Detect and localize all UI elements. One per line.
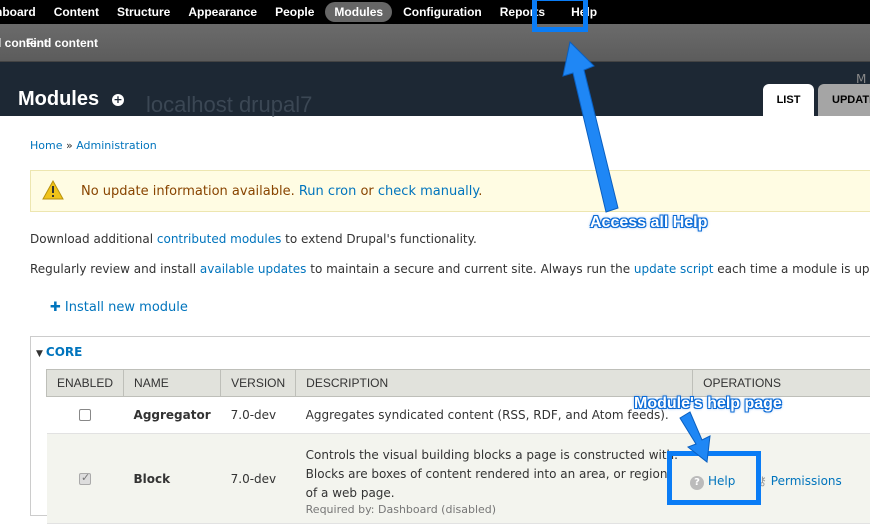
description-cell: Controls the visual building blocks a pa… bbox=[296, 434, 693, 524]
shortcut-find-content[interactable]: Find content bbox=[26, 36, 98, 50]
header-version: VERSION bbox=[221, 370, 296, 397]
enable-checkbox-block[interactable] bbox=[79, 473, 91, 485]
toolbar-item-content[interactable]: Content bbox=[45, 2, 108, 22]
run-cron-link[interactable]: Run cron bbox=[299, 184, 356, 199]
module-help-highlight-box bbox=[667, 451, 761, 505]
name-cell: Aggregator bbox=[124, 397, 221, 434]
breadcrumb-administration[interactable]: Administration bbox=[76, 139, 157, 152]
admin-toolbar: Dashboard Content Structure Appearance P… bbox=[0, 0, 870, 24]
header-operations: OPERATIONS bbox=[693, 370, 870, 397]
intro-paragraph-1: Download additional contributed modules … bbox=[30, 232, 477, 246]
toolbar-item-dashboard[interactable]: Dashboard bbox=[0, 2, 45, 22]
intro-1-pre: Download additional bbox=[30, 232, 157, 246]
warning-text-end: . bbox=[478, 184, 482, 199]
enable-checkbox-aggregator[interactable] bbox=[79, 409, 91, 421]
core-legend-label: CORE bbox=[46, 345, 82, 359]
breadcrumb: Home » Administration bbox=[30, 139, 157, 152]
breadcrumb-separator: » bbox=[62, 139, 76, 152]
table-header-row: ENABLED NAME VERSION DESCRIPTION OPERATI… bbox=[47, 370, 870, 397]
module-name: Aggregator bbox=[134, 408, 211, 422]
header-enabled: ENABLED bbox=[47, 370, 124, 397]
module-permissions-link[interactable]: ⚷Permissions bbox=[758, 474, 842, 488]
core-fieldset-legend[interactable]: ▼CORE bbox=[36, 345, 82, 359]
site-name: localhost drupal7 bbox=[146, 92, 312, 118]
module-requirements: Required by: Dashboard (disabled) bbox=[306, 503, 683, 516]
version-cell: 7.0-dev bbox=[221, 397, 296, 434]
shortcuts-bar: Add content Find content bbox=[0, 24, 870, 62]
intro-2-pre: Regularly review and install bbox=[30, 262, 200, 276]
contributed-modules-link[interactable]: contributed modules bbox=[157, 232, 281, 246]
module-help-page-callout: Module's help page bbox=[634, 395, 782, 413]
version-cell: 7.0-dev bbox=[221, 434, 296, 524]
name-cell: Block bbox=[124, 434, 221, 524]
module-permissions-label: Permissions bbox=[771, 474, 842, 488]
toolbar-item-people[interactable]: People bbox=[266, 2, 323, 22]
toolbar-menu: Dashboard Content Structure Appearance P… bbox=[0, 0, 606, 24]
enabled-cell bbox=[47, 397, 124, 434]
toolbar-item-structure[interactable]: Structure bbox=[108, 2, 179, 22]
update-script-link[interactable]: update script bbox=[634, 262, 714, 276]
add-shortcut-icon[interactable]: + bbox=[112, 94, 124, 106]
help-highlight-box bbox=[532, 0, 588, 32]
intro-paragraph-2: Regularly review and install available u… bbox=[30, 262, 870, 276]
check-manually-link[interactable]: check manually bbox=[378, 184, 478, 199]
intro-1-post: to extend Drupal's functionality. bbox=[281, 232, 476, 246]
warning-text-or: or bbox=[356, 184, 378, 199]
plus-icon: ✚ bbox=[50, 300, 61, 315]
enabled-cell bbox=[47, 434, 124, 524]
breadcrumb-home[interactable]: Home bbox=[30, 139, 62, 152]
page-title: Modules bbox=[18, 88, 99, 111]
toolbar-item-modules[interactable]: Modules bbox=[325, 2, 392, 22]
install-new-module-label: Install new module bbox=[65, 300, 188, 315]
toolbar-item-appearance[interactable]: Appearance bbox=[179, 2, 266, 22]
warning-icon bbox=[42, 180, 64, 200]
toolbar-item-configuration[interactable]: Configuration bbox=[394, 2, 491, 22]
warning-text-main: No update information available. bbox=[81, 184, 299, 199]
header-name: NAME bbox=[124, 370, 221, 397]
install-new-module-link[interactable]: ✚ Install new module bbox=[50, 300, 188, 315]
tab-list[interactable]: LIST bbox=[763, 84, 814, 116]
available-updates-link[interactable]: available updates bbox=[200, 262, 307, 276]
intro-2-mid: to maintain a secure and current site. A… bbox=[306, 262, 634, 276]
page-header: Modules + localhost drupal7 M LIST UPDAT… bbox=[0, 62, 870, 116]
collapse-triangle-icon: ▼ bbox=[36, 349, 43, 359]
warning-text: No update information available. Run cro… bbox=[81, 184, 482, 199]
warning-message: No update information available. Run cro… bbox=[30, 170, 870, 212]
module-name: Block bbox=[134, 472, 171, 486]
intro-2-post: each time a module is updated. bbox=[713, 262, 870, 276]
header-description: DESCRIPTION bbox=[296, 370, 693, 397]
tab-update[interactable]: UPDATE bbox=[818, 84, 870, 116]
module-description: Controls the visual building blocks a pa… bbox=[306, 442, 683, 503]
access-all-help-callout: Access all Help bbox=[590, 214, 707, 232]
